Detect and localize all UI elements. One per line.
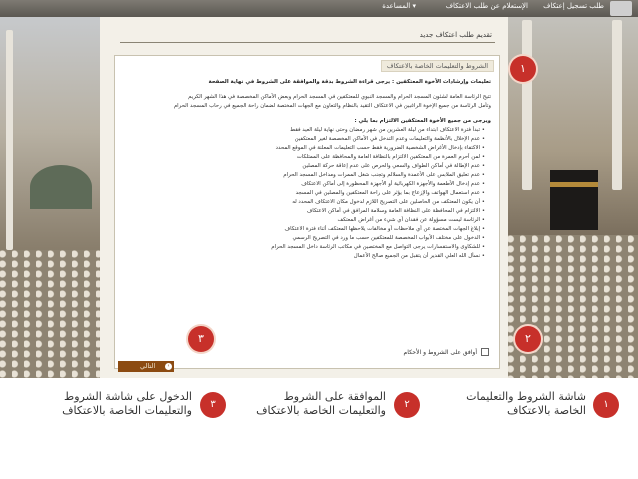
terms-line: • الرئاسة ليست مسؤولة عن فقدان أي شيء من…	[337, 217, 485, 223]
chevron-left-icon: ‹	[165, 363, 172, 370]
terms-box: الشروط والتعليمات الخاصة بالاعتكاف تعليم…	[114, 55, 500, 369]
nav-inquiry-itikaf[interactable]: الإستعلام عن طلب الاعتكاف	[446, 2, 528, 10]
terms-line: • تبدأ فترة الاعتكاف ابتداء من ليلة العش…	[290, 127, 485, 133]
terms-line: تتيح الرئاسة العامة لشئون المسجد الحرام …	[188, 94, 491, 100]
crowd-graphic	[508, 235, 638, 378]
dome-graphic	[30, 165, 92, 209]
terms-section-tab: الشروط والتعليمات الخاصة بالاعتكاف	[380, 60, 494, 72]
kaaba-graphic	[550, 170, 598, 230]
terms-line: • عدم استعمال الهواتف والإزعاج بما يؤثر …	[295, 190, 485, 196]
legend-number-3: ٣	[200, 392, 226, 418]
page-title: تقديم طلب اعتكاف جديد	[419, 31, 492, 39]
legend-number-1: ١	[593, 392, 619, 418]
next-button-label: التالي	[140, 362, 156, 370]
terms-line: • نسأل الله العلي القدير أن يتقبل من الج…	[353, 253, 485, 259]
terms-line: • عدم الإطالة في أماكن الطواف والسعي وال…	[302, 163, 485, 169]
nav-help-menu[interactable]: المساعدة ▾	[382, 2, 416, 10]
legend-text-2: الموافقة على الشروط والتعليمات الخاصة با…	[256, 390, 386, 417]
agree-label[interactable]: أوافق على الشروط و الأحكام	[404, 349, 477, 356]
annotation-marker-2: ٢	[515, 326, 541, 352]
terms-line: • عدم إدخال الأطعمة والأجهزة الكهربائية …	[301, 181, 485, 187]
new-itikaf-request-panel: تقديم طلب اعتكاف جديد الشروط والتعليمات …	[100, 17, 508, 378]
agree-checkbox[interactable]	[481, 348, 489, 356]
minaret-graphic	[6, 30, 13, 250]
kaaba-band-graphic	[550, 182, 598, 187]
terms-line: • الدخول على مختلف الأبواب المخصصة للمعت…	[292, 235, 486, 241]
terms-text: تعليمات وإرشادات الأخوة المعتكفين : يرجى…	[123, 78, 491, 261]
next-button[interactable]: ‹ التالي	[118, 361, 174, 372]
background-photo-left	[0, 0, 100, 378]
panel-header: تقديم طلب اعتكاف جديد	[120, 30, 495, 43]
top-navigation-bar: طلب تسجيل إعتكاف الإستعلام عن طلب الاعتك…	[0, 0, 638, 17]
terms-line: • الالتزام في المحافظة على النظافة العام…	[306, 208, 485, 214]
legend-text-1: شاشة الشروط والتعليمات الخاصة بالاعتكاف	[466, 390, 586, 417]
terms-line: • لمن أحرم العمرة من المعتكفين الالتزام …	[296, 154, 485, 160]
legend-number-2: ٢	[394, 392, 420, 418]
minaret-graphic	[522, 20, 532, 190]
terms-line: • الاكتفاء بإدخال الأغراض الشخصية الضرور…	[275, 145, 485, 151]
terms-line: وتأمل الرئاسة من جميع الإخوة الراغبين في…	[173, 103, 491, 109]
terms-line: • عدم الإخلال بالأنظمة والتعليمات وعدم ا…	[294, 136, 485, 142]
nav-register-itikaf[interactable]: طلب تسجيل إعتكاف	[543, 2, 604, 10]
terms-line: • إبلاغ الجهات المختصة عن أي ملاحظات أو …	[284, 226, 485, 232]
terms-line: ويرجى من جميع الأخوة المعتكفين الالتزام …	[354, 118, 492, 124]
crowd-graphic	[0, 250, 100, 378]
terms-line: • للشكاوى والاستفسارات يرجى التواصل مع ا…	[271, 244, 485, 250]
terms-line: تعليمات وإرشادات الأخوة المعتكفين : يرجى…	[208, 79, 491, 85]
annotation-marker-3: ٣	[188, 326, 214, 352]
terms-line: • أن يكون المعتكف من الحاصلين على التصري…	[292, 199, 485, 205]
site-logo	[610, 1, 632, 16]
legend-text-3: الدخول على شاشة الشروط والتعليمات الخاصة…	[62, 390, 192, 417]
annotation-marker-1: ١	[510, 56, 536, 82]
agree-row[interactable]: أوافق على الشروط و الأحكام	[404, 348, 489, 356]
terms-line: • عدم تعليق الملابس على الأعمدة والسلالم…	[283, 172, 485, 178]
minaret-graphic	[612, 20, 622, 190]
